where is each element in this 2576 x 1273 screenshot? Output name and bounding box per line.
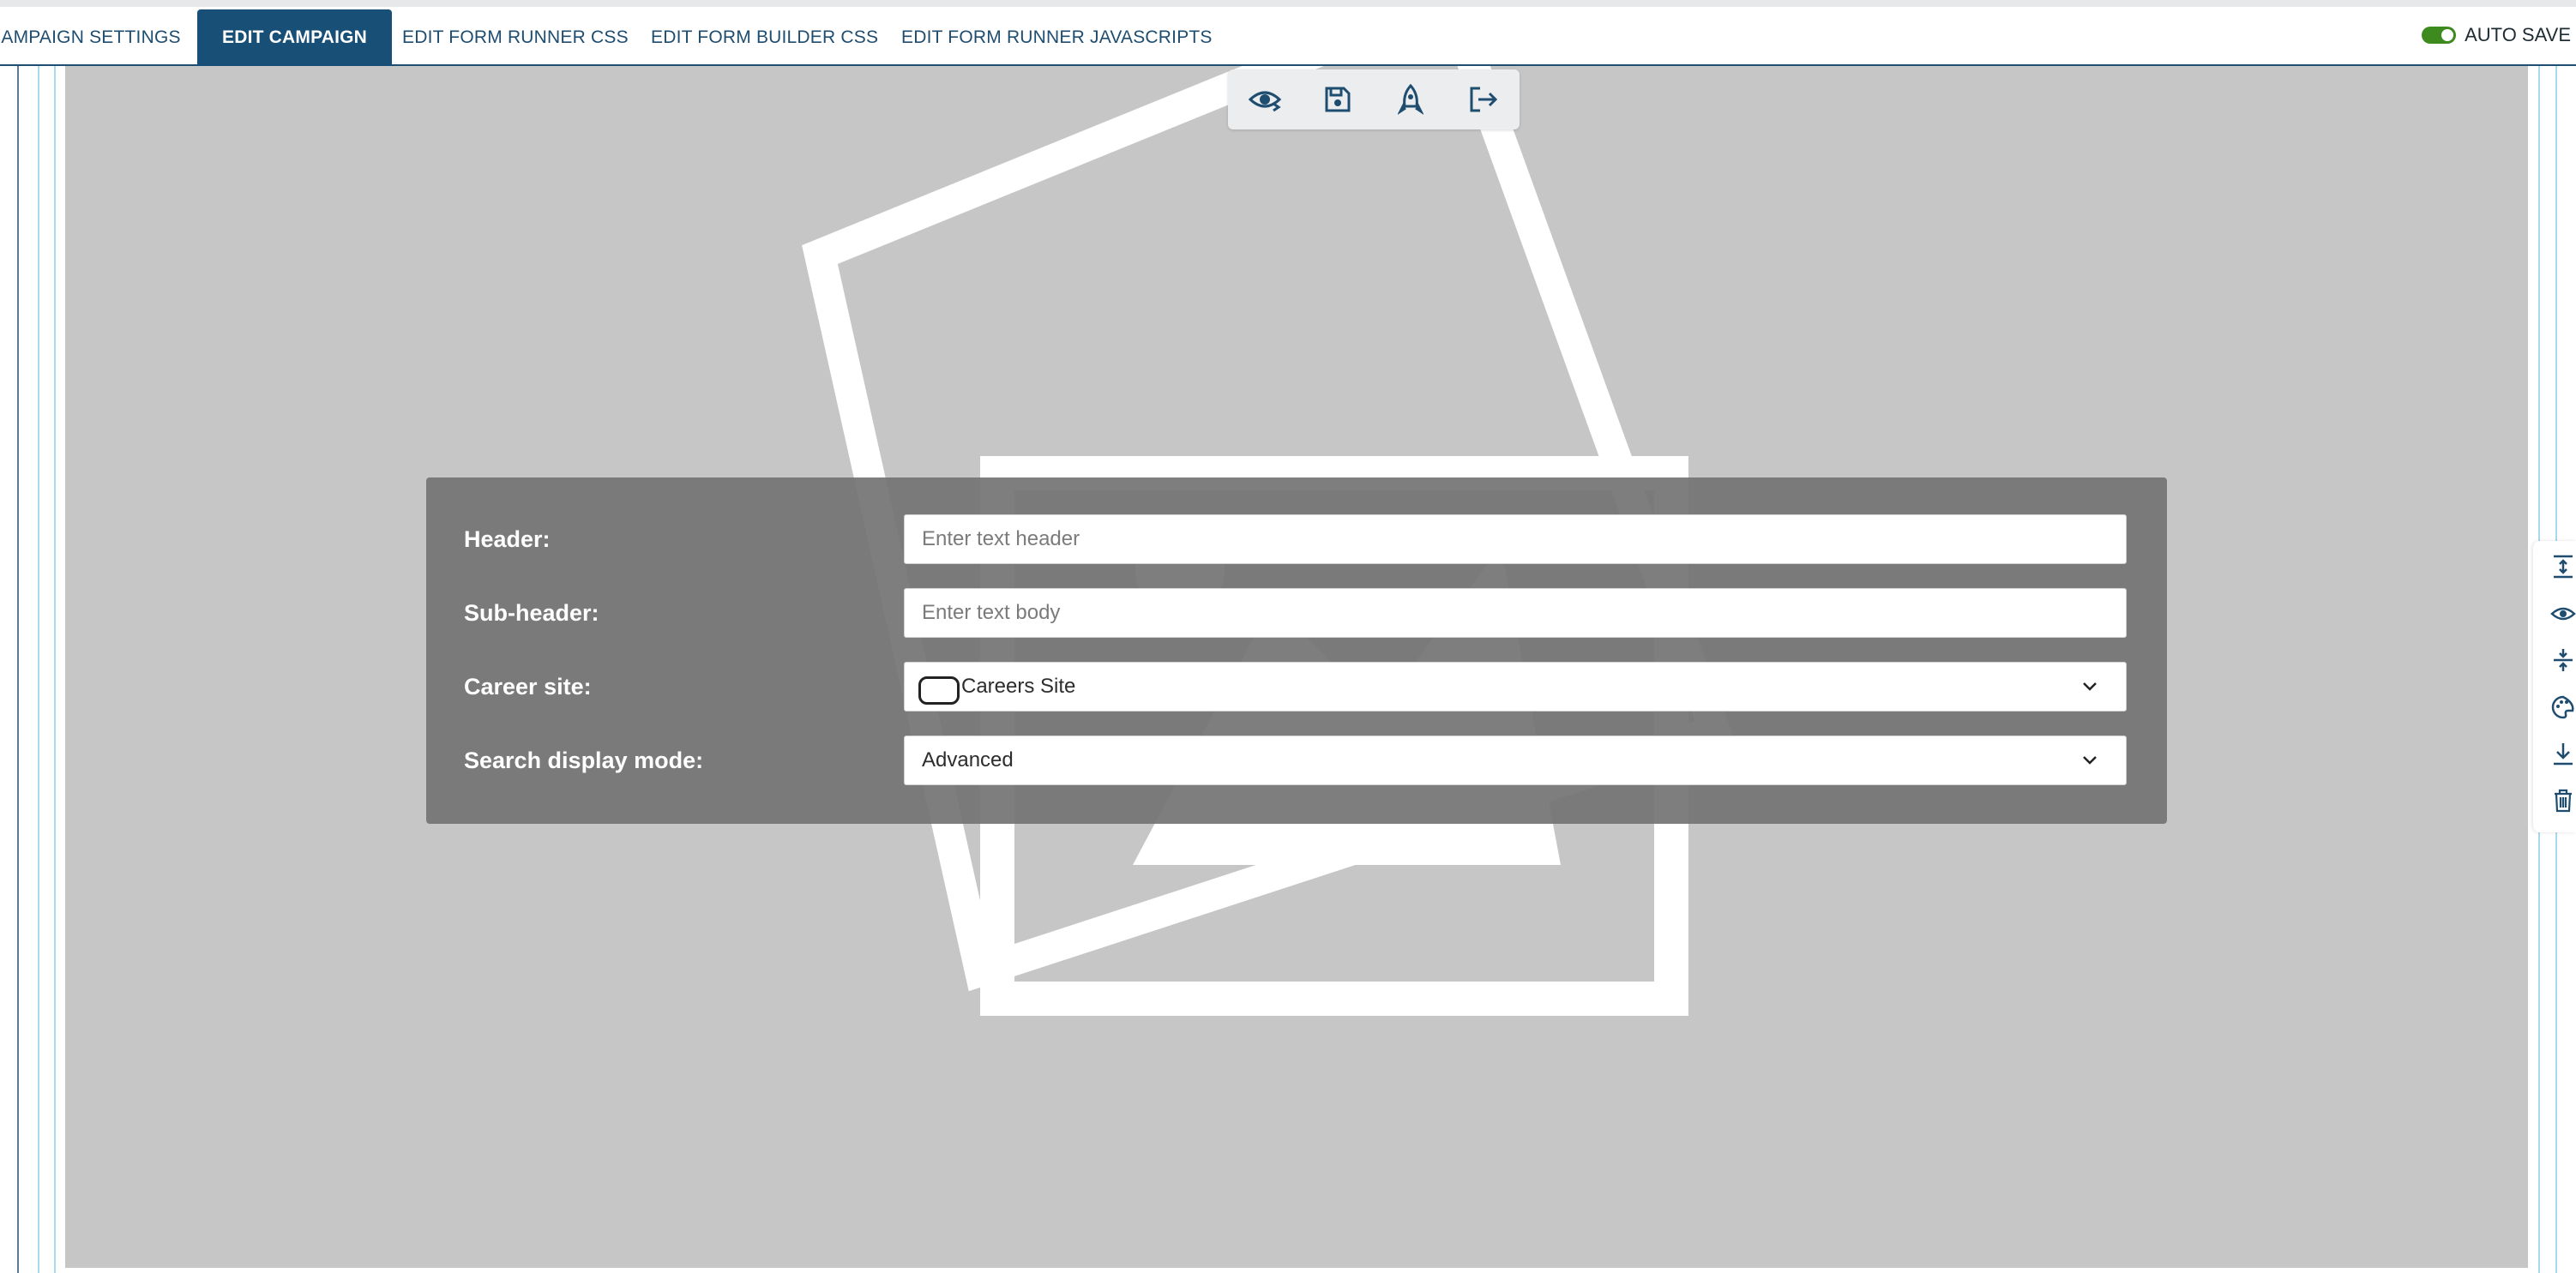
tab-bar: CAMPAIGN SETTINGS EDIT CAMPAIGN EDIT FOR… [0, 7, 2576, 66]
header-input[interactable] [904, 514, 2127, 564]
career-site-label: Career site: [464, 674, 592, 700]
search-display-mode-label: Search display mode: [464, 748, 704, 773]
search-display-mode-row: Search display mode: Advanced [426, 736, 2167, 785]
career-site-value: Careers Site [961, 675, 1076, 698]
tab-edit-campaign[interactable]: EDIT CAMPAIGN [197, 9, 393, 66]
tab-edit-form-runner-css[interactable]: EDIT FORM RUNNER CSS [402, 9, 629, 66]
auto-save-label: AUTO SAVE [2465, 24, 2571, 45]
search-widget-form: Header: Sub-header: Career site: Careers… [426, 477, 2167, 824]
auto-save-control[interactable]: AUTO SAVE [2422, 23, 2571, 47]
publish-rocket-icon[interactable] [1391, 80, 1430, 119]
window-top-edge [0, 0, 2576, 7]
tab-campaign-settings[interactable]: CAMPAIGN SETTINGS [0, 9, 181, 66]
preview-eye-icon[interactable] [1245, 80, 1285, 119]
header-label: Header: [464, 526, 551, 552]
expand-vertical-icon[interactable] [2550, 554, 2576, 579]
editor-stage: Header: Sub-header: Career site: Careers… [0, 66, 2576, 1273]
chevron-down-icon [2083, 756, 2097, 765]
section-tools-panel [2533, 541, 2576, 832]
palette-icon[interactable] [2550, 694, 2576, 720]
save-floppy-icon[interactable] [1318, 80, 1357, 119]
download-icon[interactable] [2550, 741, 2576, 766]
tab-edit-form-runner-javascripts[interactable]: EDIT FORM RUNNER JAVASCRIPTS [901, 9, 1213, 66]
career-site-select[interactable]: Careers Site [904, 662, 2127, 712]
tab-edit-form-builder-css[interactable]: EDIT FORM BUILDER CSS [651, 9, 878, 66]
search-display-mode-select[interactable]: Advanced [904, 736, 2127, 785]
guide-line [38, 66, 39, 1273]
chevron-down-icon [2083, 682, 2097, 691]
guide-line [17, 66, 19, 1273]
subheader-label: Sub-header: [464, 600, 599, 626]
career-site-row: Career site: Careers Site [426, 662, 2167, 712]
exit-icon[interactable] [1464, 80, 1503, 119]
header-row: Header: [426, 514, 2167, 564]
campaign-canvas[interactable]: Header: Sub-header: Career site: Careers… [65, 66, 2528, 1268]
subheader-input[interactable] [904, 588, 2127, 638]
toggle-knob [2441, 29, 2454, 41]
editor-toolbar [1228, 69, 1520, 129]
guide-line [54, 66, 56, 1273]
trash-icon[interactable] [2550, 788, 2576, 814]
visibility-eye-icon[interactable] [2550, 601, 2576, 627]
option-checkbox[interactable] [918, 676, 960, 705]
search-display-mode-value: Advanced [922, 748, 1014, 772]
subheader-row: Sub-header: [426, 588, 2167, 638]
auto-save-toggle[interactable] [2422, 27, 2457, 44]
collapse-vertical-icon[interactable] [2550, 647, 2576, 673]
